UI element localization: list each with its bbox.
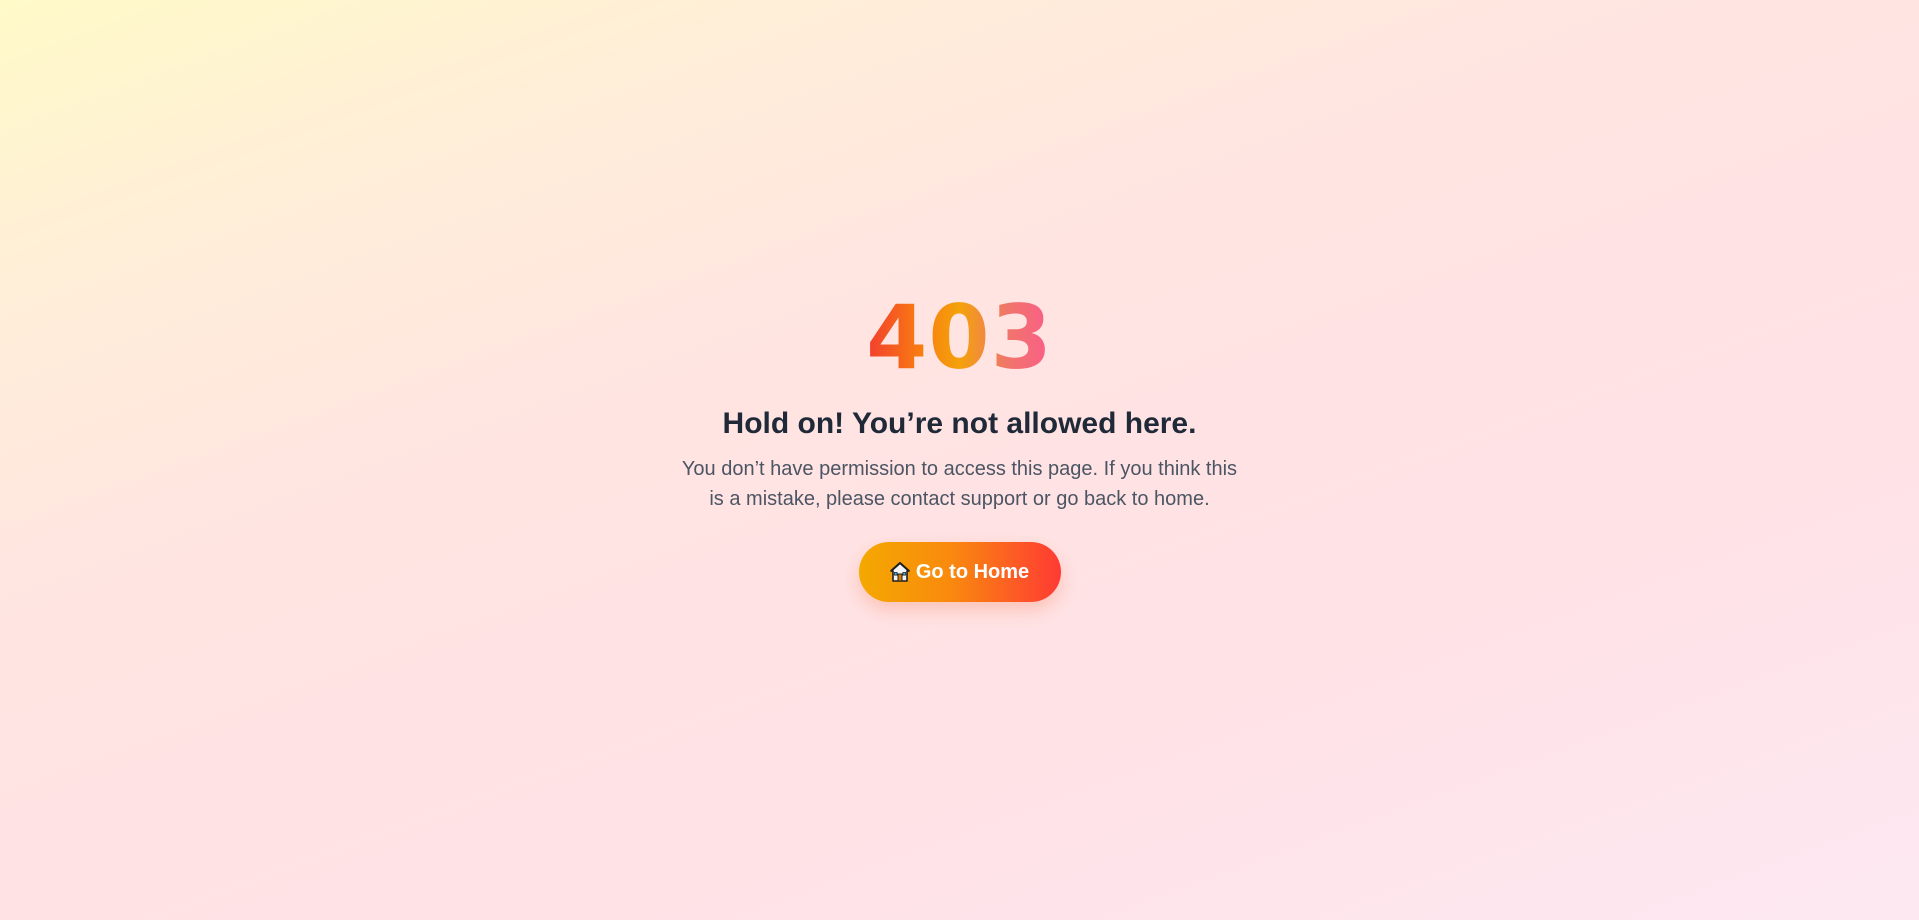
error-headline: Hold on! You’re not allowed here. <box>722 407 1197 440</box>
go-home-label: Go to Home <box>915 560 1030 583</box>
error-page: 403 Hold on! You’re not allowed here. Yo… <box>0 0 1919 920</box>
go-home-button[interactable]: Go to Home <box>858 542 1061 602</box>
house-icon <box>890 561 910 583</box>
error-message: You don’t have permission to access this… <box>681 458 1238 510</box>
error-code: 403 <box>866 286 1053 389</box>
